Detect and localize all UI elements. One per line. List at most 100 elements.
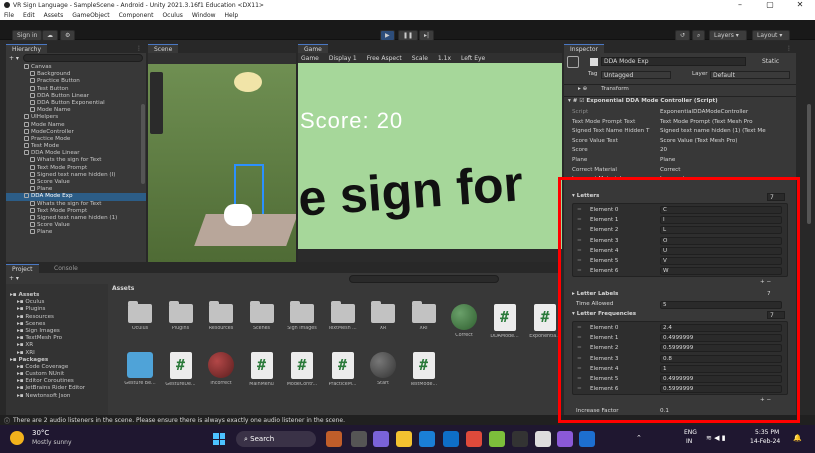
menu-help[interactable]: Help — [225, 12, 239, 19]
hierarchy-row[interactable]: Background — [6, 71, 146, 78]
hierarchy-row[interactable]: Whats the sign for Text — [6, 157, 146, 164]
asset-item[interactable]: Oculus — [120, 301, 160, 331]
wifi-icon[interactable]: ≋ ◀ ▮ — [706, 434, 726, 442]
project-tree-item[interactable]: ▸▪ Sign Images — [6, 328, 108, 335]
tab-scene[interactable]: Scene — [148, 44, 179, 53]
field-value[interactable]: Plane — [660, 156, 675, 166]
maximize-button[interactable]: ▢ — [755, 0, 785, 10]
layout-dropdown[interactable]: Layout ▾ — [752, 30, 790, 41]
project-tree-item[interactable]: ▸▪ JetBrains Rider Editor — [6, 385, 108, 392]
visual-studio-icon[interactable] — [557, 431, 573, 447]
hierarchy-row[interactable]: DDA Button Linear — [6, 92, 146, 100]
asset-item[interactable]: # GestureDe... — [161, 352, 201, 387]
asset-item[interactable]: # DDAMode... — [485, 304, 525, 339]
hierarchy-row[interactable]: Test Button — [6, 85, 146, 93]
asset-item[interactable]: XRI — [404, 301, 444, 331]
panel-menu-icon[interactable]: ⋮ — [136, 44, 142, 53]
edge-icon[interactable] — [419, 431, 435, 447]
hierarchy-row[interactable]: Practice Mode — [6, 135, 146, 143]
tab-console[interactable]: Console — [48, 264, 84, 273]
teams-icon[interactable] — [373, 431, 389, 447]
lang-primary[interactable]: ENG — [684, 429, 697, 436]
project-search-input[interactable] — [348, 274, 499, 283]
asset-item[interactable]: # PracticeM... — [323, 352, 363, 387]
project-tree-item[interactable]: ▸▪ Scenes — [6, 321, 108, 328]
hierarchy-row[interactable]: Text Mode Prompt — [6, 164, 146, 172]
asset-item[interactable]: # Exponentia... — [525, 304, 561, 339]
hierarchy-row[interactable]: Score Value — [6, 179, 146, 186]
asset-item[interactable]: Resources — [201, 301, 241, 331]
hierarchy-row[interactable]: Plane — [6, 229, 146, 236]
eye-dropdown[interactable]: Left Eye — [461, 55, 485, 62]
store-icon[interactable] — [443, 431, 459, 447]
weather-temp[interactable]: 30°C — [32, 429, 49, 437]
pause-button[interactable]: ❚❚ — [398, 30, 419, 41]
start-icon[interactable] — [213, 433, 225, 445]
layers-dropdown[interactable]: Layers ▾ — [709, 30, 747, 41]
hierarchy-row[interactable]: ModeController — [6, 128, 146, 136]
scene-tools-palette[interactable] — [150, 72, 163, 134]
cloud-icon[interactable]: ☁ — [42, 30, 58, 41]
create-asset-button[interactable]: + ▾ — [9, 275, 19, 282]
asset-breadcrumb[interactable]: Assets — [112, 285, 134, 292]
asset-item[interactable]: Plugins — [161, 301, 201, 331]
app-icon[interactable] — [489, 431, 505, 447]
menu-file[interactable]: File — [4, 12, 14, 19]
clock-time[interactable]: 5:35 PM — [755, 429, 779, 436]
asset-item[interactable]: XR — [363, 301, 403, 331]
hierarchy-row[interactable]: Score Value — [6, 222, 146, 229]
hierarchy-row[interactable]: Canvas — [6, 64, 146, 71]
field-value[interactable]: 20 — [660, 146, 667, 156]
notification-icon[interactable]: 🔔 — [793, 434, 802, 442]
step-button[interactable]: ▸| — [419, 30, 435, 41]
minimize-button[interactable]: – — [725, 0, 755, 10]
add-object-button[interactable]: + ▾ — [9, 55, 19, 62]
tray-chevron-icon[interactable]: ⌃ — [636, 434, 642, 442]
asset-item[interactable]: Correct — [444, 304, 484, 338]
field-value[interactable]: Signed text name hidden (1) (Text Me — [660, 127, 766, 137]
chrome-icon[interactable] — [466, 431, 482, 447]
play-button[interactable]: ▶ — [380, 30, 395, 41]
menu-window[interactable]: Window — [192, 12, 216, 19]
terminal-icon[interactable] — [512, 431, 528, 447]
hierarchy-scrollbar[interactable] — [141, 104, 145, 184]
active-checkbox[interactable] — [590, 58, 598, 66]
hierarchy-row[interactable]: Signed text name hidden (I) — [6, 171, 146, 179]
collab-icon[interactable]: ⚙ — [60, 30, 76, 41]
tab-game[interactable]: Game — [298, 44, 328, 53]
field-value[interactable]: Score Value (Text Mesh Pro) — [660, 137, 737, 147]
project-tree-item[interactable]: ▸▪ TextMesh Pro — [6, 335, 108, 342]
field-value[interactable]: Correct — [660, 166, 680, 176]
static-toggle[interactable]: Static — [762, 58, 779, 66]
field-value[interactable]: Text Mode Prompt (Text Mesh Pro — [660, 118, 753, 128]
weather-icon[interactable] — [10, 431, 24, 445]
component-header[interactable]: ▾ # ☑ Exponential DDA Mode Controller (S… — [568, 97, 718, 107]
project-tree-item[interactable]: ▸▪ Custom NUnit — [6, 371, 108, 378]
tab-hierarchy[interactable]: Hierarchy — [6, 44, 48, 53]
project-tree-item[interactable]: ▸▪ XR — [6, 342, 108, 349]
menu-assets[interactable]: Assets — [44, 12, 64, 19]
project-tree-item[interactable]: ▸▪ XRI — [6, 350, 108, 357]
history-icon[interactable]: ↺ — [675, 30, 691, 41]
hierarchy-search-input[interactable] — [22, 54, 143, 62]
scene-viewport[interactable] — [148, 64, 296, 262]
tab-project[interactable]: Project — [6, 264, 39, 273]
menu-oculus[interactable]: Oculus — [162, 12, 182, 19]
asset-item[interactable]: # MainMenu — [242, 352, 282, 387]
asset-item[interactable]: Gesture Be... — [120, 352, 160, 386]
project-tree-item[interactable]: ▸▪ Code Coverage — [6, 364, 108, 371]
project-tree-item[interactable]: ▸▪ Oculus — [6, 299, 108, 306]
asset-item[interactable]: Start — [363, 352, 403, 386]
layer-dropdown[interactable]: Default — [710, 71, 790, 79]
meta-icon[interactable] — [579, 431, 595, 447]
hierarchy-row[interactable]: Plane — [6, 186, 146, 193]
asset-item[interactable]: Scenes — [242, 301, 282, 331]
task-view-icon[interactable] — [351, 431, 367, 447]
hierarchy-row[interactable]: UIHelpers — [6, 114, 146, 121]
inspector-scrollbar[interactable] — [807, 104, 811, 224]
inspector-menu-icon[interactable]: ⋮ — [786, 44, 792, 53]
taskbar-search-box[interactable]: ⌕ Search — [236, 431, 316, 447]
menu-gameobject[interactable]: GameObject — [72, 12, 109, 19]
scale-value[interactable]: 1.1x — [438, 55, 451, 62]
tag-dropdown[interactable]: Untagged — [601, 71, 671, 79]
